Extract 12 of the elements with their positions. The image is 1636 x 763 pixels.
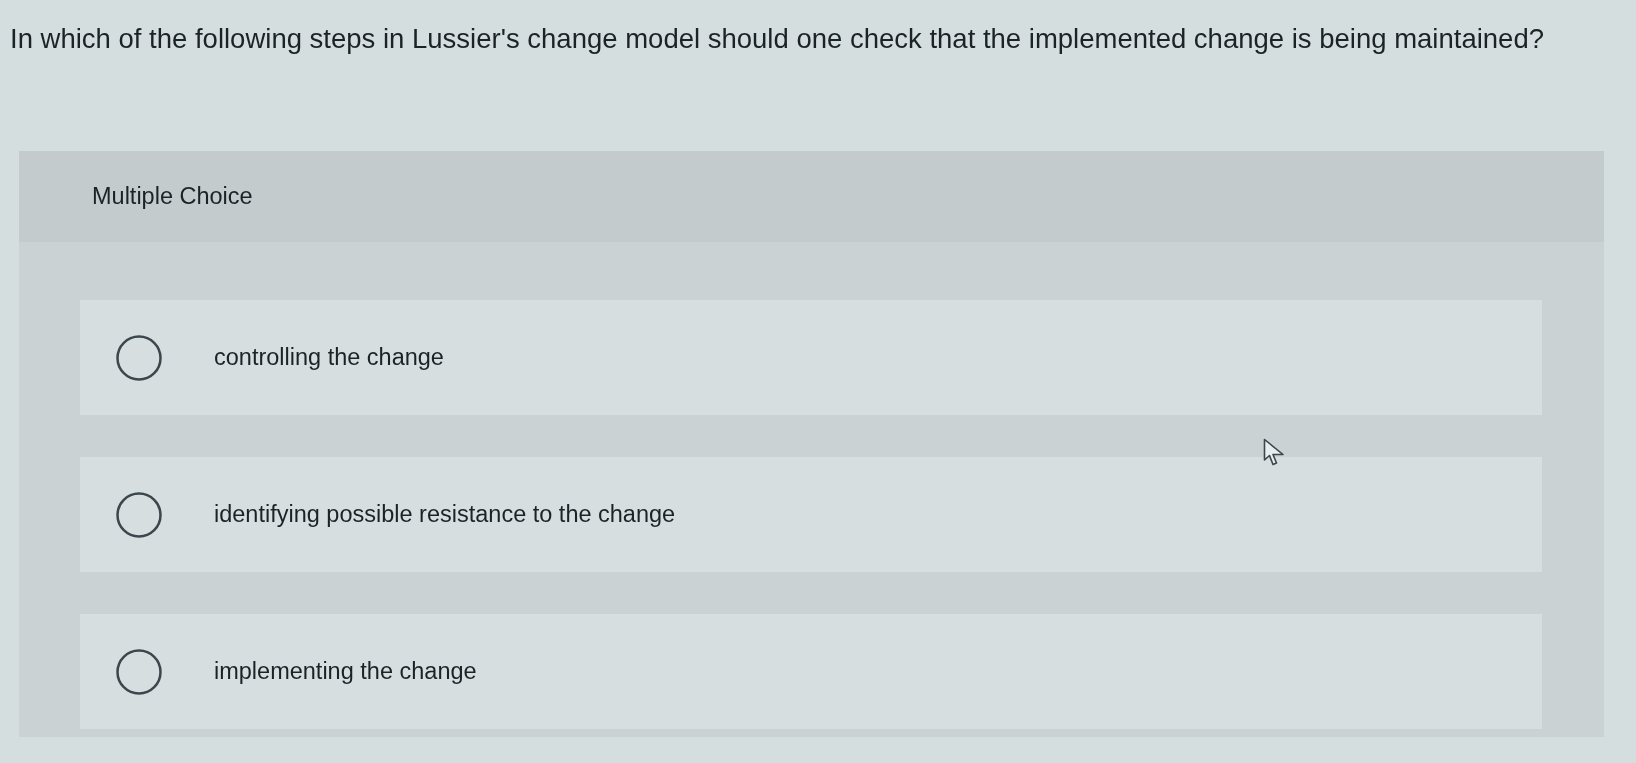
answer-option[interactable]: implementing the change [80,614,1542,729]
question-text: In which of the following steps in Lussier's change model should one check that the implemented change is being maintained? [10,22,1544,56]
option-label: identifying possible resistance to the change [214,499,676,529]
radio-button[interactable] [116,491,162,538]
radio-button[interactable] [116,334,162,381]
answer-option[interactable]: identifying possible resistance to the change [80,457,1542,572]
mouse-cursor-icon [1263,438,1285,467]
answer-option[interactable]: controlling the change [80,300,1542,415]
question-type-label: Multiple Choice [92,181,253,211]
option-label: controlling the change [214,342,444,372]
radio-button[interactable] [116,648,162,695]
option-label: implementing the change [214,656,477,686]
